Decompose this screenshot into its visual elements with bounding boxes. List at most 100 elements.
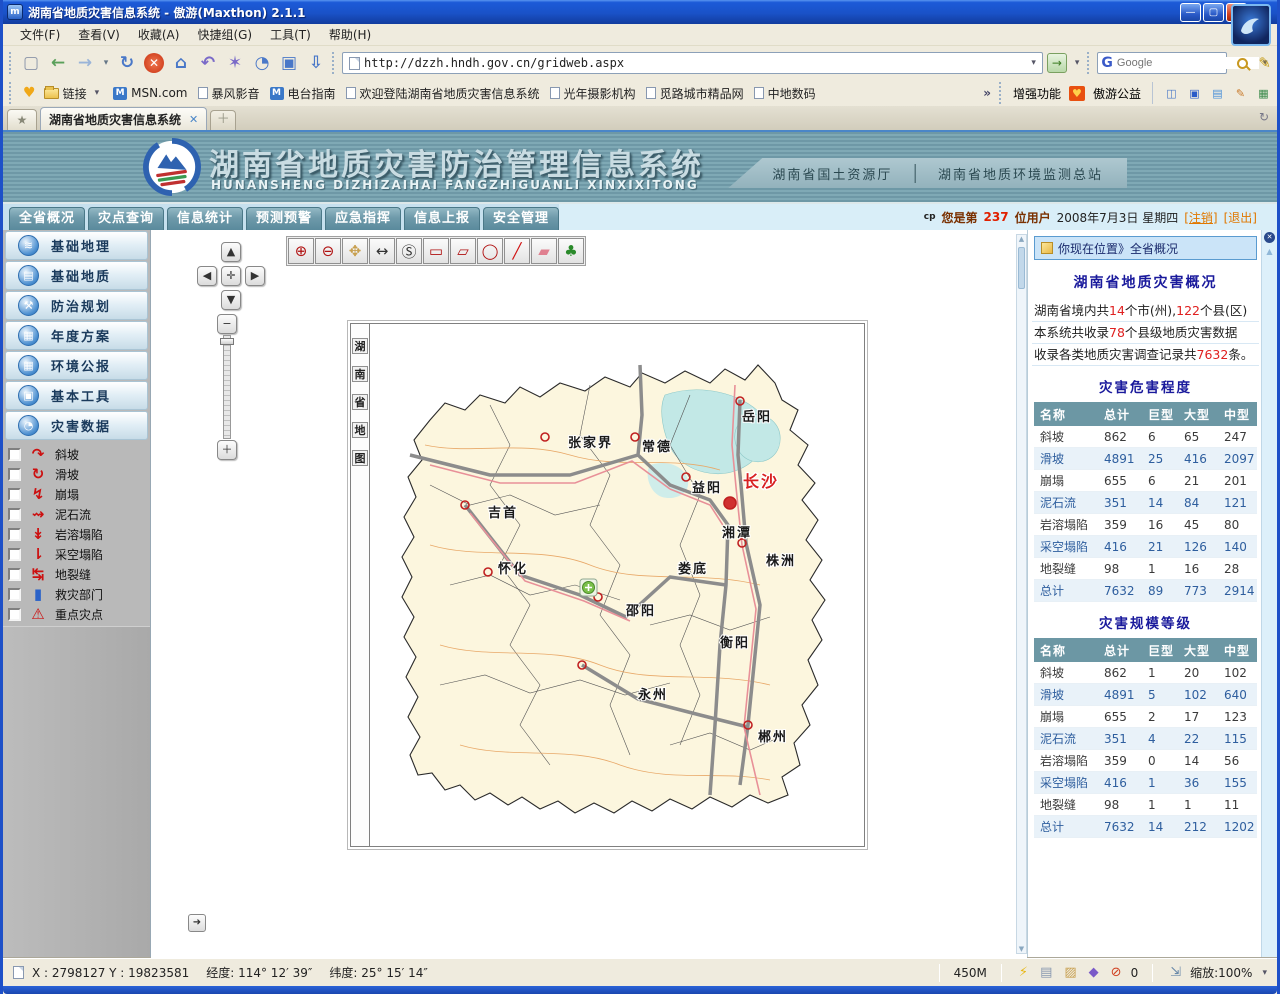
menu-item[interactable]: 查看(V) — [69, 24, 129, 45]
minimize-button[interactable]: — — [1180, 3, 1201, 22]
go-dropdown-icon[interactable]: ▾ — [1071, 58, 1084, 68]
brush-icon[interactable]: ✎ — [1233, 87, 1248, 100]
nav-tab[interactable]: 全省概况 — [9, 207, 85, 230]
map-scroll-right-button[interactable]: ➜ — [188, 914, 206, 932]
window-button[interactable]: ▣ — [277, 51, 301, 75]
sidebar-section[interactable]: ▦年度方案 — [5, 321, 148, 350]
page-scrollbar[interactable]: ✕ ▲ — [1261, 230, 1277, 958]
nav-tab[interactable]: 信息统计 — [167, 207, 243, 230]
history-dropdown-button[interactable]: ▾ — [100, 51, 112, 75]
new-tab-button[interactable]: ＋ — [210, 110, 236, 130]
hunan-map[interactable]: 张家界常德岳阳益阳长沙吉首湘潭株洲怀化娄底邵阳衡阳永州郴州 — [370, 324, 864, 846]
forward-button[interactable]: → — [73, 51, 97, 75]
plus-features-link[interactable]: 增强功能 — [1013, 85, 1061, 102]
layer-item[interactable]: ⇂采空塌陷 — [5, 544, 150, 564]
scroll-down-icon[interactable]: ▼ — [1019, 945, 1024, 953]
measure-button[interactable]: ↔ — [369, 238, 395, 264]
tab-active[interactable]: 湖南省地质灾害信息系统 ✕ — [40, 107, 207, 130]
tab-refresh-icon[interactable]: ↻ — [1259, 110, 1269, 124]
window-icon[interactable]: ▣ — [1187, 87, 1202, 100]
layer-checkbox[interactable] — [8, 548, 21, 561]
zoom-in-button[interactable]: ⊕ — [288, 238, 314, 264]
sidebar-section[interactable]: ≋基础地理 — [5, 231, 148, 260]
notes-icon[interactable]: ▤ — [1210, 87, 1225, 100]
search-box[interactable]: G ▾ — [1097, 52, 1227, 74]
link-geo-env-station[interactable]: 湖南省地质环境监测总站 — [938, 164, 1103, 183]
layer-checkbox[interactable] — [8, 568, 21, 581]
go-button[interactable]: → — [1047, 53, 1067, 73]
zoom-level[interactable]: 缩放:100% — [1190, 964, 1252, 981]
zoom-in-step-button[interactable]: ＋ — [217, 440, 237, 460]
quick-link[interactable]: 觅路城市精品网 — [646, 85, 744, 102]
layer-item[interactable]: ↻滑坡 — [5, 464, 150, 484]
layer-checkbox[interactable] — [8, 468, 21, 481]
undo-button[interactable]: ↶ — [196, 51, 220, 75]
grid-icon[interactable]: ▦ — [1256, 87, 1271, 100]
layer-checkbox[interactable] — [8, 448, 21, 461]
select-circle-button[interactable]: ◯ — [477, 238, 503, 264]
stop-button[interactable]: ✕ — [144, 53, 164, 73]
favorites-star-button[interactable]: ★ — [7, 109, 37, 130]
layer-item[interactable]: ↯崩塌 — [5, 484, 150, 504]
layer-item[interactable]: ↹地裂缝 — [5, 564, 150, 584]
layer-item[interactable]: ↷斜坡 — [5, 444, 150, 464]
scroll-up-icon[interactable]: ▲ — [1019, 235, 1024, 243]
locate-marker[interactable] — [580, 579, 597, 596]
layer-item[interactable]: ⚠重点灾点 — [5, 604, 150, 624]
select-rect-button[interactable]: ▭ — [423, 238, 449, 264]
popup-blocker-icon[interactable]: ⊘ — [1111, 965, 1122, 980]
pan-left-button[interactable]: ◀ — [197, 266, 217, 286]
links-overflow-chevron[interactable]: » — [983, 86, 991, 100]
nav-tab[interactable]: 灾点查询 — [88, 207, 164, 230]
zoom-out-step-button[interactable]: − — [217, 314, 237, 334]
quick-link[interactable]: 光年摄影机构 — [550, 85, 636, 102]
folder-icon[interactable]: ▨ — [1064, 965, 1076, 980]
quick-link[interactable]: 中地数码 — [754, 85, 816, 102]
menu-item[interactable]: 快捷组(G) — [188, 24, 261, 45]
resize-icon[interactable]: ⇲ — [1170, 965, 1181, 980]
layer-checkbox[interactable] — [8, 508, 21, 521]
layer-checkbox[interactable] — [8, 488, 21, 501]
pan-right-button[interactable]: ▶ — [245, 266, 265, 286]
scroll-up-icon[interactable]: ▲ — [1266, 247, 1272, 256]
logout-link[interactable]: [注销] — [1184, 209, 1217, 226]
proxy-icon[interactable]: ▤ — [1040, 965, 1052, 980]
nav-tab[interactable]: 预测预警 — [246, 207, 322, 230]
charity-heart-icon[interactable]: ♥ — [1069, 86, 1085, 101]
scale-button[interactable]: Ⓢ — [396, 238, 422, 264]
full-extent-button[interactable]: ♣ — [558, 238, 584, 264]
new-page-button[interactable]: ▢ — [19, 51, 43, 75]
home-button[interactable]: ⌂ — [169, 51, 193, 75]
zoom-dropdown-icon[interactable]: ▾ — [1258, 968, 1271, 978]
menu-item[interactable]: 文件(F) — [11, 24, 69, 45]
maximize-button[interactable]: ▢ — [1203, 3, 1224, 22]
exit-link[interactable]: [退出] — [1224, 209, 1257, 226]
tab-close-icon[interactable]: ✕ — [189, 113, 198, 126]
maxthon-swan-logo[interactable] — [1231, 4, 1271, 46]
layer-checkbox[interactable] — [8, 608, 21, 621]
sidebar-section[interactable]: ◔灾害数据 — [5, 411, 148, 440]
menu-item[interactable]: 收藏(A) — [129, 24, 189, 45]
layer-checkbox[interactable] — [8, 588, 21, 601]
address-input[interactable] — [364, 56, 1027, 70]
refresh-button[interactable]: ↻ — [115, 51, 139, 75]
highlighter-icon[interactable]: ✎ — [1258, 54, 1271, 72]
pan-button[interactable]: ✥ — [342, 238, 368, 264]
select-polygon-button[interactable]: ▱ — [450, 238, 476, 264]
quick-link[interactable]: MMSN.com — [113, 86, 187, 100]
menu-item[interactable]: 工具(T) — [261, 24, 320, 45]
pan-center-button[interactable]: ✛ — [221, 266, 241, 286]
quick-link[interactable]: 欢迎登陆湖南省地质灾害信息系统 — [346, 85, 540, 102]
back-button[interactable]: ← — [46, 51, 70, 75]
map-vertical-scrollbar[interactable]: ▲ ▼ — [1016, 234, 1027, 954]
scroll-thumb[interactable] — [1018, 247, 1025, 289]
sidebar-section[interactable]: ▤基础地质 — [5, 261, 148, 290]
favorites-heart-icon[interactable]: ♥ — [23, 85, 36, 101]
quick-link[interactable]: 暴风影音 — [198, 85, 260, 102]
quick-link[interactable]: M电台指南 — [270, 85, 336, 102]
zoom-slider-handle[interactable] — [220, 338, 234, 345]
map-area[interactable]: ▲ ◀ ✛ ▶ ▼ − ＋ ⊕⊖✥↔Ⓢ▭▱◯╱▰♣ 湖南省地图 — [151, 230, 1027, 958]
charity-link[interactable]: 傲游公益 — [1093, 85, 1141, 102]
layer-item[interactable]: ⇝泥石流 — [5, 504, 150, 524]
address-dropdown-icon[interactable]: ▾ — [1027, 58, 1040, 68]
